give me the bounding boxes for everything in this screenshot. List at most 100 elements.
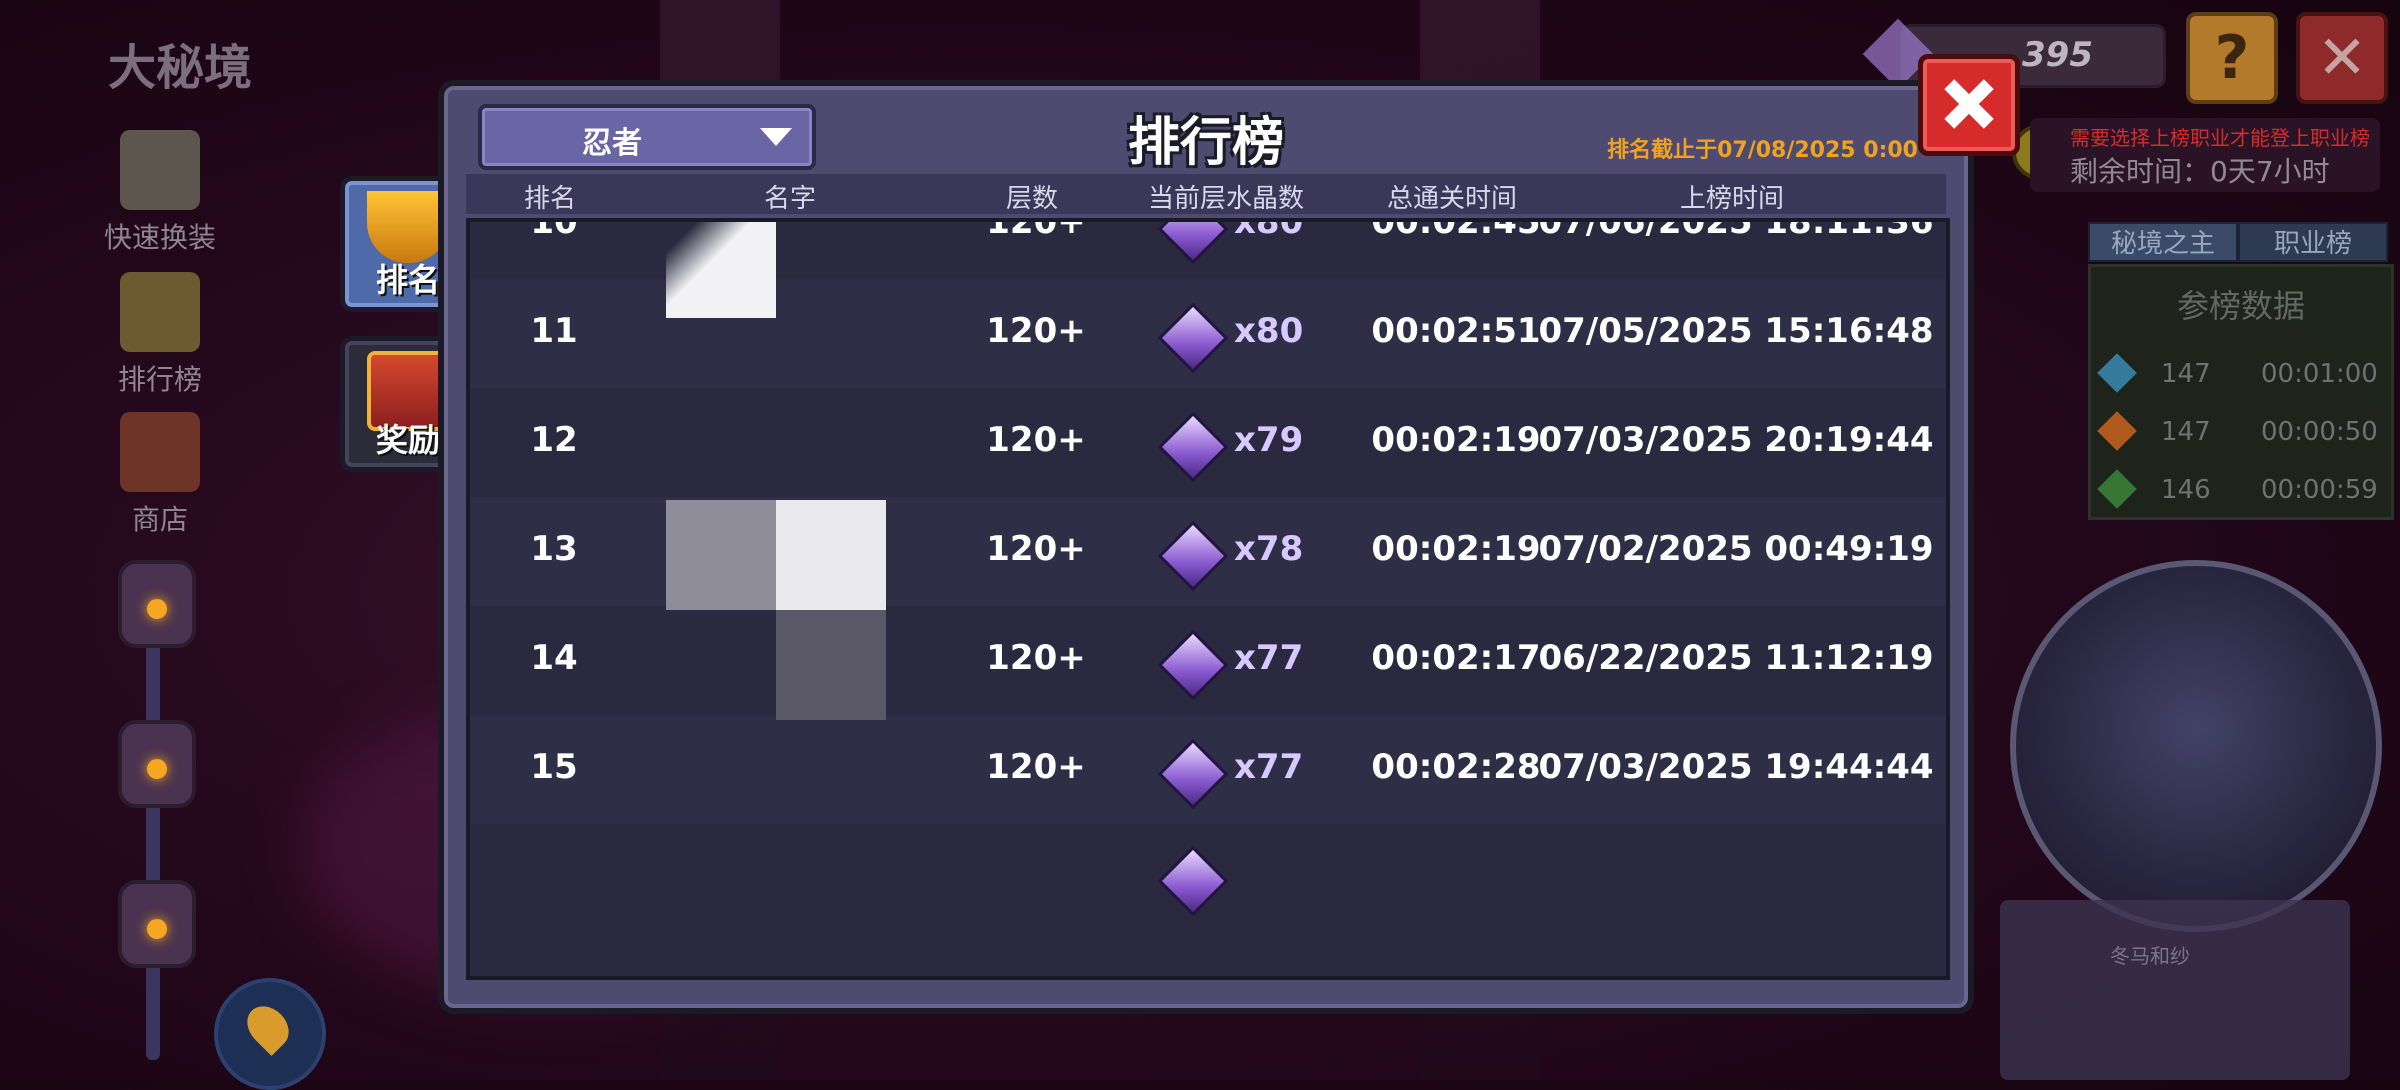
flame-icon bbox=[147, 759, 167, 779]
listed-time-cell: 07/03/2025 19:44:44 bbox=[1538, 747, 1934, 787]
col-listed-time: 上榜时间 bbox=[1679, 184, 1785, 214]
shop-icon bbox=[120, 412, 200, 492]
floor-node[interactable] bbox=[118, 720, 196, 808]
stats-row: 147 00:01:00 bbox=[2091, 353, 2391, 393]
right-tabs: 秘境之主 职业榜 bbox=[2088, 222, 2388, 262]
stats-time: 00:00:50 bbox=[2261, 417, 2378, 447]
rank-cell: 11 bbox=[530, 311, 578, 351]
leaderboard-table[interactable]: 10 别 120+ x80 00:02:45 07/06/2025 18:11:… bbox=[466, 218, 1950, 980]
modal-header: 忍者 排行榜 排名截止于07/08/2025 0:00 bbox=[444, 86, 1968, 173]
crystal-count: x80 bbox=[1234, 311, 1304, 351]
character-orb bbox=[2010, 560, 2382, 932]
character-name: 冬马和纱 bbox=[2110, 944, 2190, 968]
crystal-count: x79 bbox=[1234, 420, 1304, 460]
col-floors: 层数 bbox=[1005, 184, 1059, 214]
total-time-cell: 00:02:28 bbox=[1371, 747, 1541, 787]
table-row[interactable]: 15 120+ x77 00:02:28 07/03/2025 19:44:44 bbox=[470, 715, 1946, 824]
stats-panel: 参榜数据 147 00:01:00 147 00:00:50 146 00:00… bbox=[2088, 264, 2394, 520]
col-crystals: 当前层水晶数 bbox=[1147, 184, 1305, 214]
remaining-time-text: 剩余时间：0天7小时 bbox=[2070, 155, 2330, 188]
floors-cell: 120+ bbox=[986, 218, 1086, 242]
quick-equip-label: 快速换装 bbox=[103, 221, 216, 254]
quick-equip-button[interactable]: 快速换装 bbox=[100, 130, 220, 256]
crystal-count: x77 bbox=[1234, 638, 1304, 678]
remaining-time-panel: 需要选择上榜职业才能登上职业榜 剩余时间：0天7小时 bbox=[2030, 118, 2380, 192]
help-button[interactable]: ? bbox=[2186, 12, 2278, 104]
privacy-mosaic bbox=[666, 222, 776, 318]
table-row[interactable]: 12 120+ x79 00:02:19 07/03/2025 20:19:44 bbox=[470, 388, 1946, 497]
leaf-icon bbox=[2097, 469, 2137, 509]
crystal-count: x77 bbox=[1234, 747, 1304, 787]
stats-row: 146 00:00:59 bbox=[2091, 469, 2391, 509]
leaderboard-button[interactable]: 排行榜 bbox=[100, 272, 220, 398]
total-time-cell: 00:02:51 bbox=[1371, 311, 1541, 351]
shop-label: 商店 bbox=[131, 503, 188, 536]
character-pedestal bbox=[2000, 900, 2350, 1080]
currency-value: 395 bbox=[2022, 35, 2093, 75]
flame-icon bbox=[2097, 411, 2137, 451]
flame-icon bbox=[147, 599, 167, 619]
listed-time-cell: 07/03/2025 20:19:44 bbox=[1538, 420, 1934, 460]
table-header: 排名 名字 层数 当前层水晶数 总通关时间 上榜时间 bbox=[466, 174, 1946, 214]
deadline-text: 排名截止于07/08/2025 0:00 bbox=[1607, 138, 1918, 163]
crystal-icon bbox=[1156, 222, 1229, 265]
total-time-cell: 00:02:19 bbox=[1371, 420, 1541, 460]
crystal-icon bbox=[1156, 410, 1229, 483]
crystal-icon bbox=[1156, 737, 1229, 810]
stats-count: 147 bbox=[2161, 417, 2211, 447]
rank-cell: 14 bbox=[530, 638, 578, 678]
privacy-mosaic bbox=[666, 500, 776, 610]
total-time-cell: 00:02:17 bbox=[1371, 638, 1541, 678]
floors-cell: 120+ bbox=[986, 529, 1086, 569]
floors-cell: 120+ bbox=[986, 420, 1086, 460]
leaderboard-modal: 忍者 排行榜 排名截止于07/08/2025 0:00 排名 名字 层数 当前层… bbox=[438, 80, 1974, 1014]
armor-icon bbox=[120, 130, 200, 210]
shop-button[interactable]: 商店 bbox=[100, 412, 220, 538]
listed-time-cell: 07/06/2025 18:11:36 bbox=[1538, 218, 1934, 242]
privacy-mosaic bbox=[776, 610, 886, 720]
rank-cell: 12 bbox=[530, 420, 578, 460]
leaderboard-label: 排行榜 bbox=[117, 363, 202, 396]
floors-cell: 120+ bbox=[986, 638, 1086, 678]
privacy-mosaic bbox=[776, 500, 886, 610]
total-time-cell: 00:02:19 bbox=[1371, 529, 1541, 569]
exit-button[interactable]: ✕ bbox=[2296, 12, 2388, 104]
rank-cell: 10 bbox=[530, 218, 578, 242]
trophy-icon bbox=[367, 191, 449, 263]
crystal-icon bbox=[1156, 628, 1229, 701]
close-modal-button[interactable] bbox=[1918, 54, 2020, 156]
crystal-icon bbox=[1156, 844, 1229, 917]
crystal-count: x80 bbox=[1234, 218, 1304, 242]
tab-realm-master[interactable]: 秘境之主 bbox=[2088, 222, 2238, 262]
floor-node[interactable] bbox=[118, 560, 196, 648]
tab-class-ranking[interactable]: 职业榜 bbox=[2238, 222, 2388, 262]
game-title: 大秘境 bbox=[108, 40, 253, 96]
stats-count: 147 bbox=[2161, 359, 2211, 389]
flame-icon bbox=[147, 919, 167, 939]
col-rank: 排名 bbox=[523, 184, 577, 214]
total-time-cell: 00:02:45 bbox=[1371, 218, 1541, 242]
listed-time-cell: 06/22/2025 11:12:19 bbox=[1538, 638, 1934, 678]
floor-node[interactable] bbox=[118, 880, 196, 968]
col-name: 名字 bbox=[763, 184, 817, 214]
diamond-icon bbox=[2097, 353, 2137, 393]
rank-cell: 15 bbox=[530, 747, 578, 787]
rank-cell: 13 bbox=[530, 529, 578, 569]
floors-cell: 120+ bbox=[986, 747, 1086, 787]
floors-cell: 120+ bbox=[986, 311, 1086, 351]
crystal-icon bbox=[1156, 519, 1229, 592]
stats-count: 146 bbox=[2161, 475, 2211, 505]
crystal-count: x78 bbox=[1234, 529, 1304, 569]
trophy-icon bbox=[120, 272, 200, 352]
stats-time: 00:01:00 bbox=[2261, 359, 2378, 389]
col-total-time: 总通关时间 bbox=[1386, 184, 1518, 214]
stats-row: 147 00:00:50 bbox=[2091, 411, 2391, 451]
crystal-icon bbox=[1156, 301, 1229, 374]
table-row[interactable]: 14 120+ x77 00:02:17 06/22/2025 11:12:19 bbox=[470, 606, 1946, 715]
stats-time: 00:00:59 bbox=[2261, 475, 2378, 505]
listed-time-cell: 07/05/2025 15:16:48 bbox=[1538, 311, 1934, 351]
warning-text: 需要选择上榜职业才能登上职业榜 bbox=[2070, 126, 2370, 150]
listed-time-cell: 07/02/2025 00:49:19 bbox=[1538, 529, 1934, 569]
map-pin-button[interactable] bbox=[214, 978, 326, 1090]
stats-title: 参榜数据 bbox=[2176, 287, 2305, 325]
